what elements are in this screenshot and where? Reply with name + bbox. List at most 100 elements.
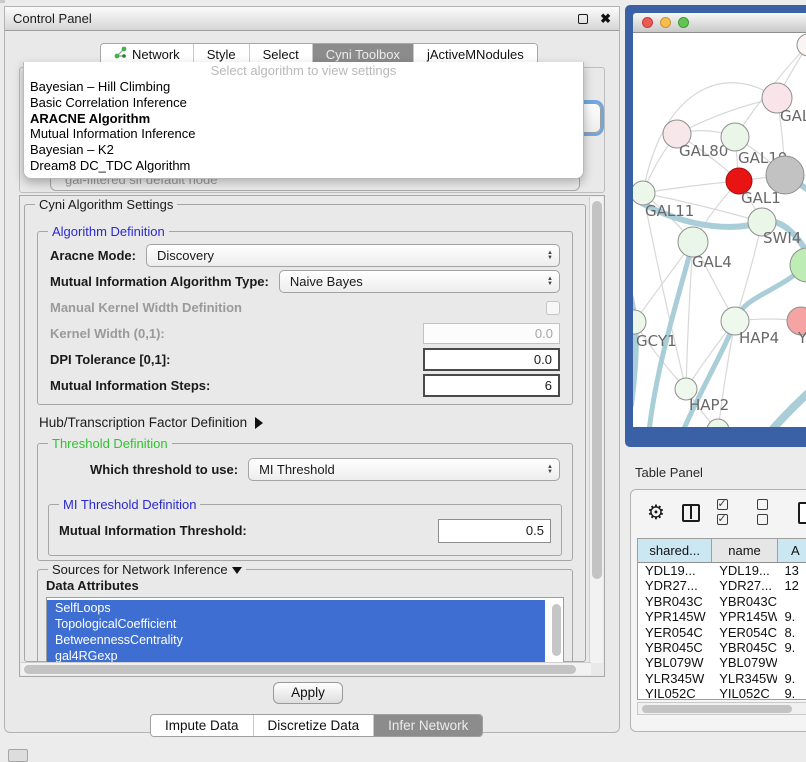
network-node[interactable] [797, 34, 806, 56]
sources-collapser[interactable]: Sources for Network Inference [48, 562, 246, 577]
control-panel-window: Control Panel ✖ gal-filtered sif default… [4, 6, 620, 733]
mi-threshold-field[interactable]: 0.5 [438, 519, 551, 543]
dropdown-item[interactable]: Basic Correlation Inference [24, 95, 583, 111]
list-item[interactable]: SelfLoops [47, 600, 545, 616]
mi-type-label: Mutual Information Algorithm Type: [50, 274, 269, 289]
which-threshold-combo[interactable]: MI Threshold ▲▼ [248, 458, 560, 481]
list-item[interactable]: TopologicalCoefficient [47, 616, 545, 632]
settings-horizontal-scrollbar[interactable] [21, 662, 591, 675]
network-node[interactable] [707, 419, 729, 427]
table-cell: YBR045C [638, 640, 712, 655]
kernel-width-label: Kernel Width (0,1): [50, 326, 165, 341]
data-attributes-list: SelfLoops TopologicalCoefficient Between… [46, 597, 564, 668]
table-cell [777, 655, 806, 670]
tab-impute-data[interactable]: Impute Data [151, 715, 254, 736]
tab-infer-network[interactable]: Infer Network [374, 715, 482, 736]
dropdown-placeholder: Select algorithm to view settings [24, 63, 583, 79]
network-graph: GALGAL80GAL10GAL1GAL11SWI4GAL4HAP4YGCY1H… [633, 33, 806, 427]
node-table: shared... name A YDL19...YDL19...13YDR27… [637, 538, 806, 700]
minimized-panel-icon[interactable] [8, 749, 28, 762]
table-horizontal-scrollbar[interactable] [637, 702, 806, 715]
sources-title: Sources for Network Inference [52, 562, 228, 577]
list-item[interactable]: BetweennessCentrality [47, 632, 545, 648]
scrollbar-thumb[interactable] [642, 705, 792, 713]
manual-kernel-checkbox[interactable] [546, 301, 560, 315]
table-cell: 9. [777, 686, 806, 700]
columns-icon[interactable] [682, 504, 700, 522]
network-node[interactable] [721, 123, 749, 151]
column-header-shared-name[interactable]: shared... [638, 539, 712, 562]
mi-steps-field[interactable]: 6 [423, 374, 560, 397]
table-cell: YLR345W [638, 671, 712, 686]
group-title: Threshold Definition [48, 436, 172, 451]
list-scrollbar[interactable] [552, 604, 561, 656]
hub-definition-expander[interactable]: Hub/Transcription Factor Definition [39, 415, 263, 430]
group-title: Cyni Algorithm Settings [35, 197, 177, 212]
deselect-all-columns-icon[interactable] [757, 498, 781, 528]
table-cell: YDR27... [638, 578, 712, 593]
mi-threshold-group: MI Threshold Definition Mutual Informati… [48, 504, 562, 556]
column-header-clipped[interactable]: A [778, 539, 806, 562]
tab-discretize-data[interactable]: Discretize Data [254, 715, 375, 736]
hub-definition-label: Hub/Transcription Factor Definition [39, 415, 247, 430]
table-cell: YPR145W [712, 609, 777, 624]
float-panel-icon[interactable] [578, 14, 588, 24]
mi-type-combo[interactable]: Naive Bayes ▲▼ [279, 270, 560, 293]
threshold-definition-group: Threshold Definition Which threshold to … [37, 443, 573, 561]
network-node[interactable] [633, 310, 646, 334]
table-row[interactable]: YBR045CYBR045C9. [638, 640, 806, 655]
scrollbar-thumb[interactable] [592, 201, 602, 579]
table-cell [777, 594, 806, 609]
network-canvas[interactable]: GALGAL80GAL10GAL1GAL11SWI4GAL4HAP4YGCY1H… [633, 33, 806, 427]
table-row[interactable]: YER054CYER054C8. [638, 625, 806, 640]
combo-spinner-icon: ▲▼ [547, 277, 553, 287]
table-cell: YBR043C [712, 594, 777, 609]
table-panel-window: ⚙ shared... name A YDL19...YDL19...13YDR… [630, 489, 806, 732]
network-view-titlebar [633, 13, 806, 33]
cyni-bottom-tabs: Impute Data Discretize Data Infer Networ… [150, 714, 483, 737]
close-traffic-icon[interactable] [642, 17, 653, 28]
dropdown-item[interactable]: Bayesian – Hill Climbing [24, 79, 583, 95]
network-edge-thick[interactable] [771, 385, 806, 427]
table-cell: 8. [777, 625, 806, 640]
zoom-traffic-icon[interactable] [678, 17, 689, 28]
apply-button[interactable]: Apply [273, 682, 343, 704]
data-attributes-label: Data Attributes [46, 578, 564, 593]
scrollbar-thumb[interactable] [24, 665, 576, 674]
aracne-mode-combo[interactable]: Discovery ▲▼ [146, 244, 560, 267]
dropdown-item[interactable]: Dream8 DC_TDC Algorithm [24, 158, 583, 174]
table-row[interactable]: YBR043CYBR043C [638, 594, 806, 609]
select-all-columns-icon[interactable] [717, 498, 741, 528]
gear-icon[interactable]: ⚙ [647, 503, 665, 523]
network-node-label: HAP2 [689, 396, 729, 414]
group-title: MI Threshold Definition [59, 497, 200, 512]
dpi-tolerance-field[interactable]: 0.0 [423, 348, 560, 371]
dropdown-item[interactable]: Bayesian – K2 [24, 142, 583, 158]
table-row[interactable]: YBL079WYBL079W [638, 655, 806, 670]
table-row[interactable]: YIL052CYIL052C9. [638, 686, 806, 700]
network-view-window[interactable]: GALGAL80GAL10GAL1GAL11SWI4GAL4HAP4YGCY1H… [625, 5, 806, 447]
clipped-ui-fragment [0, 0, 5, 3]
export-table-icon[interactable] [798, 502, 806, 524]
dropdown-item-selected[interactable]: ARACNE Algorithm [24, 111, 583, 127]
table-row[interactable]: YDL19...YDL19...13 [638, 563, 806, 578]
table-cell: 12 [777, 578, 806, 593]
table-cell: YIL052C [712, 686, 777, 700]
minimize-traffic-icon[interactable] [660, 17, 671, 28]
table-cell: YBL079W [638, 655, 712, 670]
table-panel-title: Table Panel [635, 465, 703, 480]
dpi-tolerance-label: DPI Tolerance [0,1]: [50, 352, 170, 367]
network-edge[interactable] [643, 181, 739, 193]
table-row[interactable]: YPR145WYPR145W9. [638, 609, 806, 624]
column-header-name[interactable]: name [712, 539, 777, 562]
table-row[interactable]: YLR345WYLR345W9. [638, 671, 806, 686]
settings-vertical-scrollbar[interactable] [589, 197, 603, 663]
table-cell: YPR145W [638, 609, 712, 624]
close-icon[interactable]: ✖ [600, 11, 611, 27]
combo-spinner-icon: ▲▼ [547, 465, 553, 475]
network-node[interactable] [766, 156, 804, 194]
dropdown-item[interactable]: Mutual Information Inference [24, 126, 583, 142]
table-row[interactable]: YDR27...YDR27...12 [638, 578, 806, 593]
mi-threshold-label: Mutual Information Threshold: [59, 523, 247, 538]
network-node-label: GAL [780, 107, 806, 125]
